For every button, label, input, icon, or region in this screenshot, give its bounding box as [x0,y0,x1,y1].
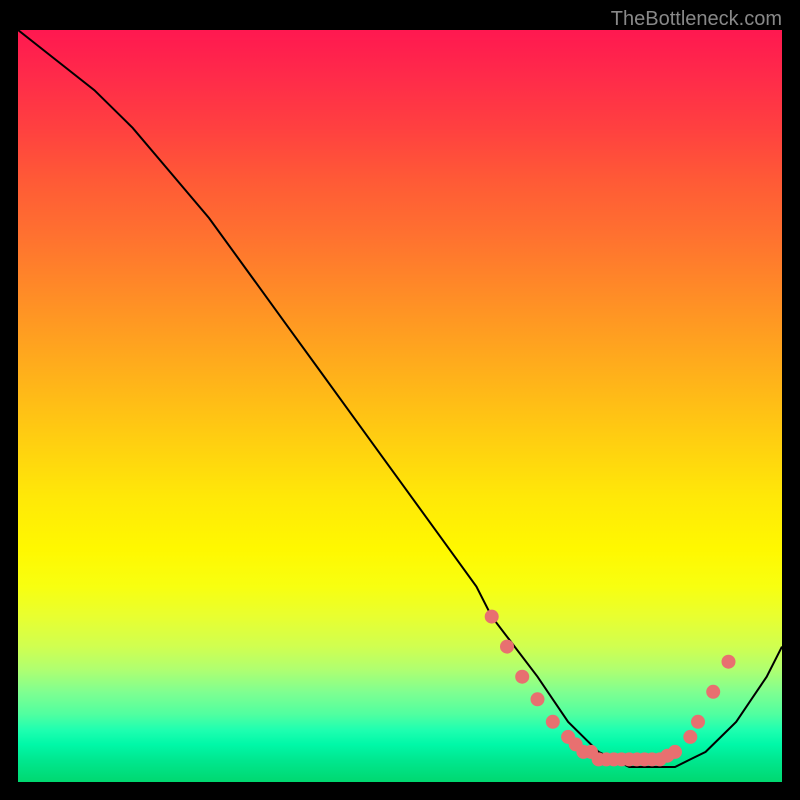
data-point [691,715,705,729]
data-point [668,745,682,759]
data-point [500,640,514,654]
data-point [706,685,720,699]
bottleneck-curve [18,30,782,767]
chart-svg [18,30,782,782]
chart-container [18,30,782,782]
attribution-text: TheBottleneck.com [611,8,782,31]
data-point [531,692,545,706]
data-point [546,715,560,729]
data-point [485,610,499,624]
data-point [683,730,697,744]
data-point [722,655,736,669]
data-point [515,670,529,684]
